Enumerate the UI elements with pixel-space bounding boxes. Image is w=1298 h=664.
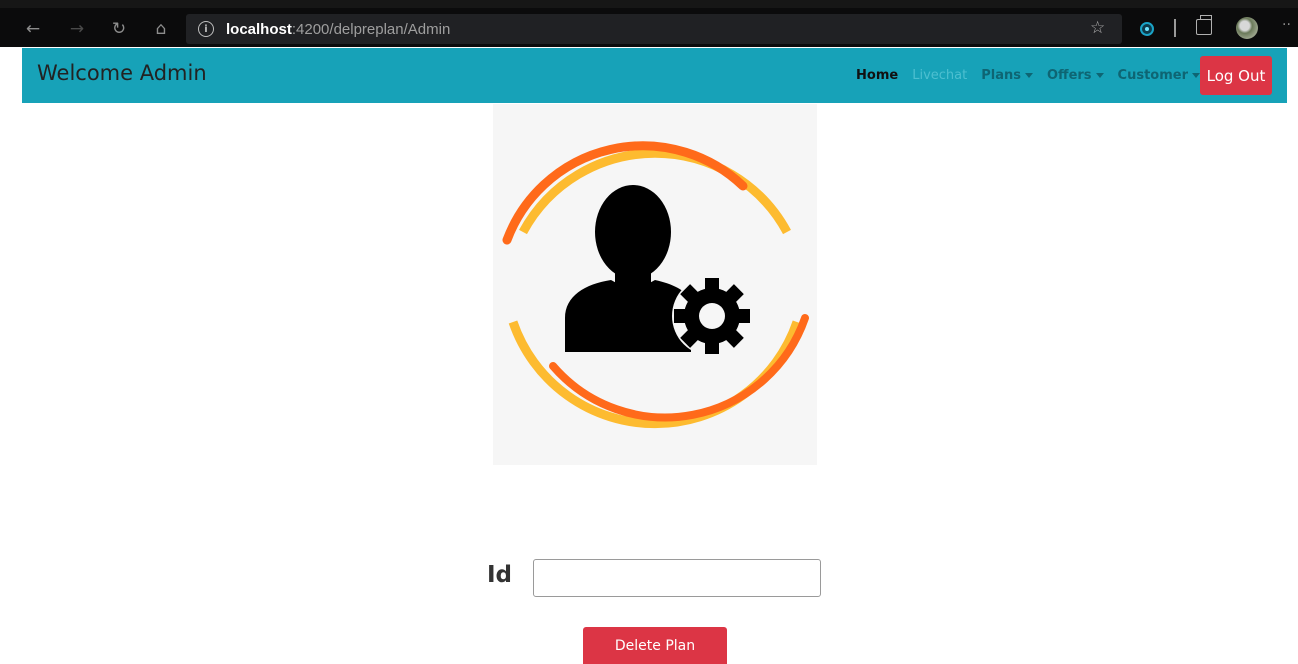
profile-avatar[interactable]: [1236, 17, 1258, 39]
back-icon[interactable]: ←: [20, 16, 46, 42]
more-icon[interactable]: ··: [1282, 17, 1291, 33]
brand-title[interactable]: Welcome Admin: [37, 61, 207, 85]
nav-customer-label: Customer: [1117, 68, 1188, 83]
home-icon[interactable]: ⌂: [148, 16, 174, 42]
tab-strip: [0, 0, 1298, 8]
nav-customer-dropdown[interactable]: Customer: [1118, 68, 1200, 83]
nav-plans-label: Plans: [981, 68, 1021, 83]
nav-home-link[interactable]: Home: [856, 68, 898, 83]
delete-plan-button[interactable]: Delete Plan: [583, 627, 727, 664]
admin-settings-icon: [502, 141, 809, 429]
id-label: Id: [487, 562, 513, 588]
star-icon[interactable]: ☆: [1090, 18, 1105, 38]
info-icon[interactable]: i: [198, 21, 214, 37]
nav-offers-dropdown[interactable]: Offers: [1047, 68, 1104, 83]
nav-plans-dropdown[interactable]: Plans: [981, 68, 1033, 83]
collections-icon[interactable]: [1196, 15, 1212, 35]
url-host: localhost: [226, 20, 292, 38]
admin-illustration: [493, 104, 817, 465]
toolbar-separator: [1174, 19, 1176, 37]
refresh-icon[interactable]: ↻: [106, 16, 132, 42]
forward-icon[interactable]: →: [64, 16, 90, 42]
app-navbar: Welcome Admin Home Livechat Plans Offers…: [22, 48, 1287, 103]
caret-down-icon: [1192, 73, 1200, 78]
logout-button[interactable]: Log Out: [1200, 56, 1272, 95]
caret-down-icon: [1095, 73, 1104, 78]
nav-offers-label: Offers: [1046, 68, 1092, 83]
nav-links: Home Livechat Plans Offers Customer: [856, 68, 1200, 83]
gear-icon: [672, 276, 752, 356]
address-bar[interactable]: i localhost :4200/delpreplan/Admin: [186, 14, 1122, 44]
nav-livechat-link[interactable]: Livechat: [912, 68, 967, 83]
extension-icon[interactable]: [1140, 22, 1154, 36]
id-input[interactable]: [533, 559, 821, 597]
browser-toolbar: ← → ↻ ⌂ i localhost :4200/delpreplan/Adm…: [0, 0, 1298, 47]
caret-down-icon: [1024, 73, 1033, 78]
url-path: :4200/delpreplan/Admin: [291, 20, 451, 38]
